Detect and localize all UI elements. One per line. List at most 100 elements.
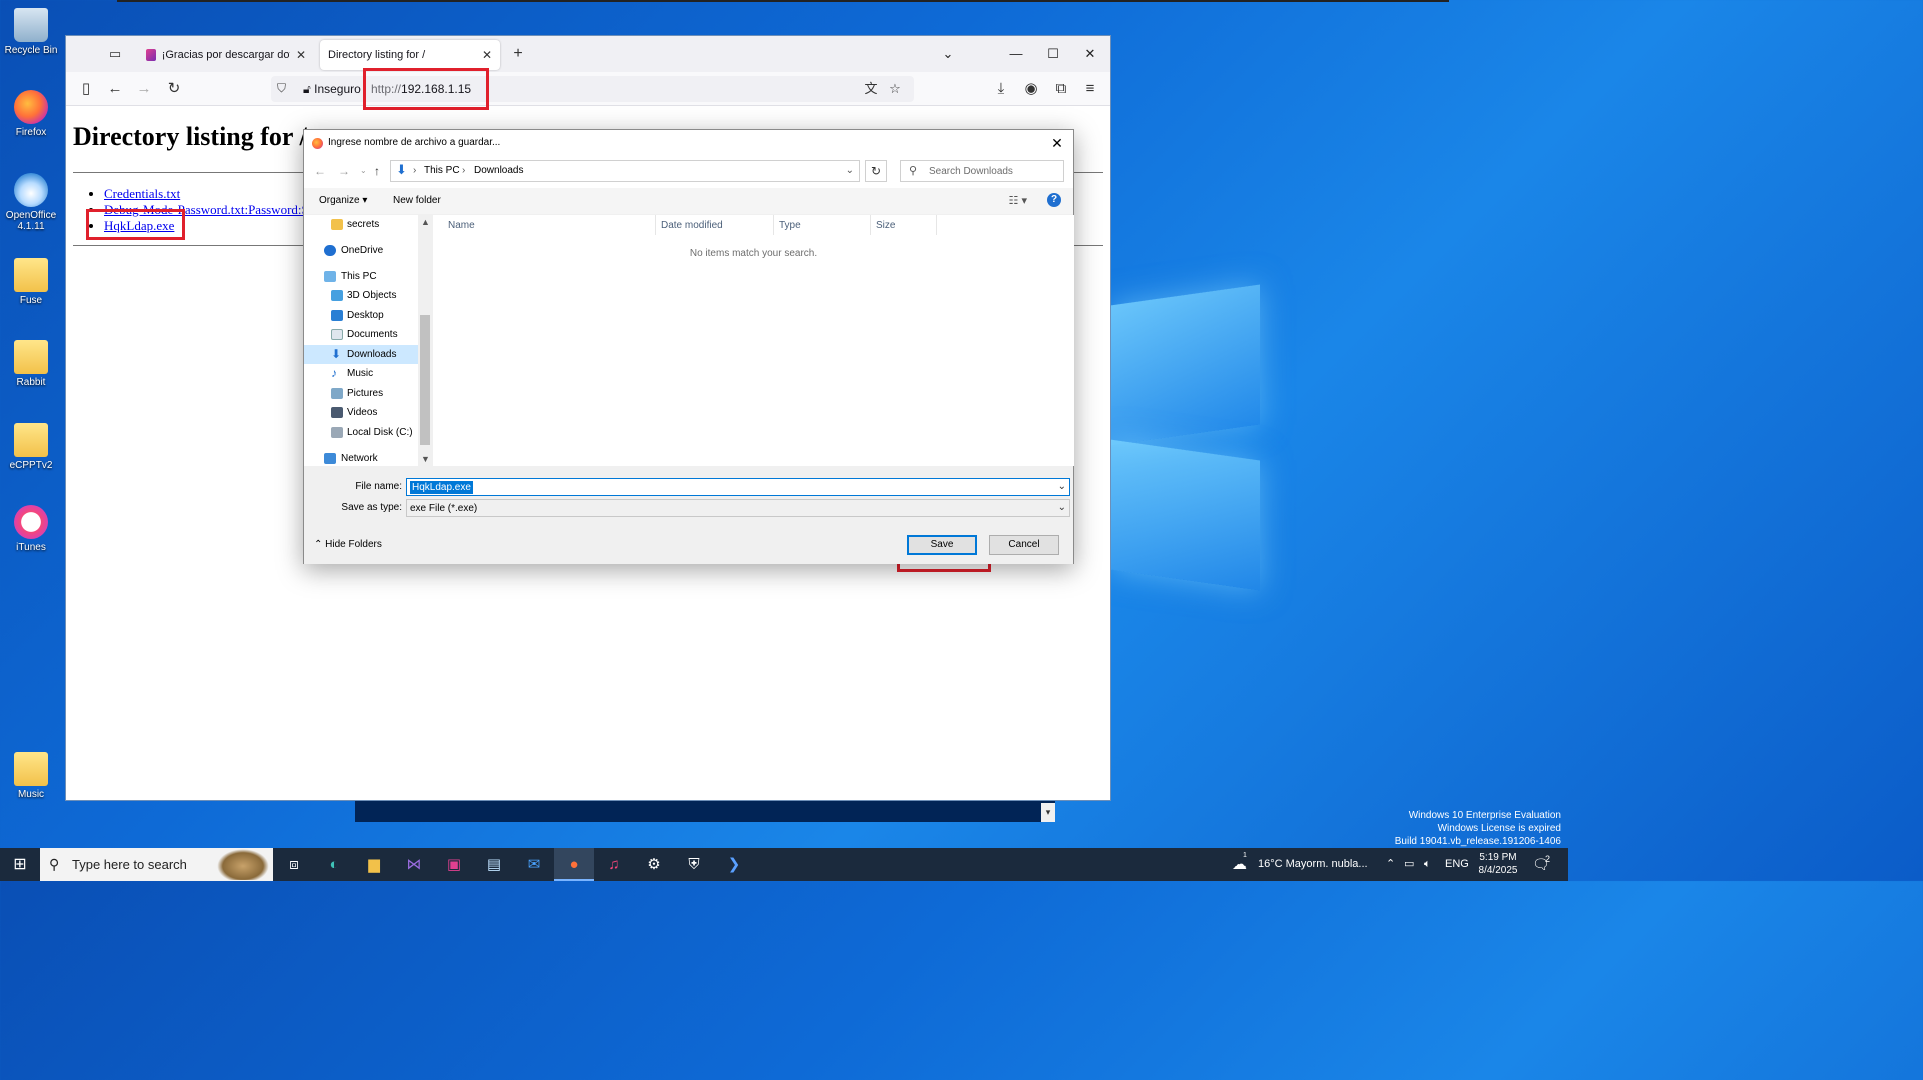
edge-icon[interactable]: ◐ xyxy=(314,848,354,881)
tab-directory-listing[interactable]: Directory listing for / ✕ xyxy=(320,40,500,70)
desktop-icon-itunes[interactable]: iTunes xyxy=(2,505,60,553)
firefox-view-icon[interactable]: ▭ xyxy=(104,44,126,64)
close-window-button[interactable]: ✕ xyxy=(1070,42,1110,66)
save-button[interactable]: Save xyxy=(907,535,977,555)
refresh-button[interactable]: ↻ xyxy=(865,160,887,182)
start-button[interactable]: ⊞ xyxy=(0,848,40,881)
column-header-type[interactable]: Type xyxy=(779,220,801,234)
save-as-type-select[interactable]: exe File (*.exe) ⌄ xyxy=(406,499,1070,517)
organize-menu[interactable]: Organize ▾ xyxy=(319,195,367,206)
column-header-date-modified[interactable]: Date modified xyxy=(661,220,723,234)
close-icon[interactable]: ✕ xyxy=(296,48,306,62)
up-arrow-icon[interactable]: ↑ xyxy=(374,164,380,178)
close-dialog-button[interactable]: ✕ xyxy=(1047,133,1067,153)
new-tab-button[interactable]: + xyxy=(507,44,529,64)
scrollbar-thumb[interactable] xyxy=(420,315,430,445)
nav-item-this-pc[interactable]: This PC xyxy=(304,267,418,286)
nav-item-documents[interactable]: Documents xyxy=(304,325,418,344)
shield-icon[interactable]: ⛉ xyxy=(277,81,286,96)
back-button[interactable]: ← xyxy=(103,78,127,100)
empty-message: No items match your search. xyxy=(689,248,818,259)
list-all-tabs-icon[interactable]: ⌄ xyxy=(928,42,968,66)
nav-scrollbar[interactable]: ▲ ▼ xyxy=(418,215,432,466)
task-view-icon[interactable]: ⧈ xyxy=(274,848,314,881)
downloads-icon[interactable]: ⤓ xyxy=(989,78,1013,100)
column-header-name[interactable]: Name xyxy=(448,220,475,234)
clock[interactable]: 5:19 PM 8/4/2025 xyxy=(1474,851,1522,877)
desktop-icon-music[interactable]: Music xyxy=(2,752,60,800)
scroll-down-button[interactable]: ▾ xyxy=(1041,803,1055,822)
nav-item-videos[interactable]: Videos xyxy=(304,403,418,422)
file-explorer-icon[interactable]: ▆ xyxy=(354,848,394,881)
itunes-taskbar-icon[interactable]: ♫ xyxy=(594,848,634,881)
nav-item-onedrive[interactable]: OneDrive xyxy=(304,241,418,260)
desktop-icon-fuse[interactable]: Fuse xyxy=(2,258,60,306)
nav-item-downloads[interactable]: ⬇ Downloads xyxy=(304,345,418,364)
nav-item-network[interactable]: Network xyxy=(304,449,418,466)
help-icon[interactable]: ? xyxy=(1047,193,1061,207)
new-folder-button[interactable]: New folder xyxy=(393,195,441,206)
column-header-size[interactable]: Size xyxy=(876,220,895,234)
mail-icon[interactable]: ✉ xyxy=(514,848,554,881)
cancel-button[interactable]: Cancel xyxy=(989,535,1059,555)
powershell-icon[interactable]: ❯ xyxy=(714,848,754,881)
close-icon[interactable]: ✕ xyxy=(482,48,492,62)
file-name-input[interactable]: HqkLdap.exe ⌄ xyxy=(406,478,1070,496)
chevron-down-icon[interactable]: ⌄ xyxy=(1058,502,1066,513)
file-link-credentials[interactable]: Credentials.txt xyxy=(104,186,180,201)
translate-icon[interactable]: 文 xyxy=(861,79,881,99)
nav-item-music[interactable]: ♪ Music xyxy=(304,364,418,383)
view-options-icon[interactable]: ☷ ▾ xyxy=(1009,194,1027,207)
taskbar-search-box[interactable]: ⚲ Type here to search xyxy=(40,848,273,881)
nav-item-desktop[interactable]: Desktop xyxy=(304,306,418,325)
file-list-pane: Name Date modified Type Size No items ma… xyxy=(433,215,1074,466)
chevron-down-icon[interactable]: ⌄ xyxy=(846,165,854,176)
breadcrumb[interactable]: ⬇ › This PC › Downloads ⌄ xyxy=(390,160,860,182)
desktop-icon-firefox[interactable]: Firefox xyxy=(2,90,60,138)
forward-button[interactable]: → xyxy=(132,78,156,100)
weather-text[interactable]: 16°C Mayorm. nubla... xyxy=(1258,848,1368,881)
desktop-icon-recycle-bin[interactable]: Recycle Bin xyxy=(2,8,60,56)
search-downloads-input[interactable]: ⚲ Search Downloads xyxy=(900,160,1064,182)
language-indicator[interactable]: ENG xyxy=(1445,848,1469,881)
extensions-icon[interactable]: ⧉ xyxy=(1049,78,1073,100)
bookmark-star-icon[interactable]: ☆ xyxy=(885,79,905,99)
desktop-icon-rabbit[interactable]: Rabbit xyxy=(2,340,60,388)
chevron-down-icon[interactable]: ⌄ xyxy=(1058,481,1066,492)
forward-arrow-icon[interactable]: → xyxy=(338,164,350,178)
visual-studio-icon[interactable]: ⋈ xyxy=(394,848,434,881)
nav-item-local-disk[interactable]: Local Disk (C:) xyxy=(304,423,418,442)
maximize-button[interactable]: ☐ xyxy=(1033,42,1073,66)
sidebar-toggle-icon[interactable]: ▯ xyxy=(74,78,98,100)
reload-button[interactable]: ↻ xyxy=(162,78,186,100)
scroll-down-icon[interactable]: ▼ xyxy=(421,454,430,464)
volume-icon[interactable]: 🔈︎ xyxy=(1424,848,1431,881)
hide-folders-button[interactable]: ⌃ Hide Folders xyxy=(314,539,382,550)
settings-gear-icon[interactable]: ⚙ xyxy=(634,848,674,881)
file-name-label: File name: xyxy=(355,481,402,492)
desktop-icon-openoffice[interactable]: OpenOffice 4.1.11 xyxy=(2,173,60,232)
security-shield-icon[interactable]: ⛨ xyxy=(674,848,714,881)
nav-item-3d-objects[interactable]: 3D Objects xyxy=(304,286,418,305)
account-icon[interactable]: ◉ xyxy=(1019,78,1043,100)
store-icon[interactable]: ▤ xyxy=(474,848,514,881)
back-arrow-icon[interactable]: ← xyxy=(314,164,326,178)
tab-dotpeek[interactable]: ¡Gracias por descargar dotPeek! ✕ xyxy=(138,40,314,70)
minimize-button[interactable]: — xyxy=(996,42,1036,66)
network-tray-icon[interactable]: ▭ xyxy=(1404,848,1414,881)
breadcrumb-this-pc[interactable]: This PC xyxy=(424,165,460,176)
site-security-indicator[interactable]: 🔓︎ Inseguro xyxy=(299,79,365,99)
show-hidden-icons-chevron-icon[interactable]: ⌃ xyxy=(1386,848,1395,881)
desktop-icon-ecpptv2[interactable]: eCPPTv2 xyxy=(2,423,60,471)
breadcrumb-downloads[interactable]: Downloads xyxy=(474,165,523,176)
nav-item-secrets[interactable]: secrets xyxy=(304,215,418,234)
terminal-window[interactable]: ▾ xyxy=(355,800,1055,822)
scroll-up-icon[interactable]: ▲ xyxy=(421,217,430,227)
firefox-taskbar-icon[interactable]: ● xyxy=(554,848,594,881)
menu-icon[interactable]: ≡ xyxy=(1078,78,1102,100)
recent-locations-icon[interactable]: ⌄ xyxy=(360,166,367,175)
nav-item-pictures[interactable]: Pictures xyxy=(304,384,418,403)
watermark-line: Windows License is expired xyxy=(1437,823,1561,834)
chevron-up-icon: ⌃ xyxy=(314,539,323,550)
dotpeek-icon[interactable]: ▣ xyxy=(434,848,474,881)
